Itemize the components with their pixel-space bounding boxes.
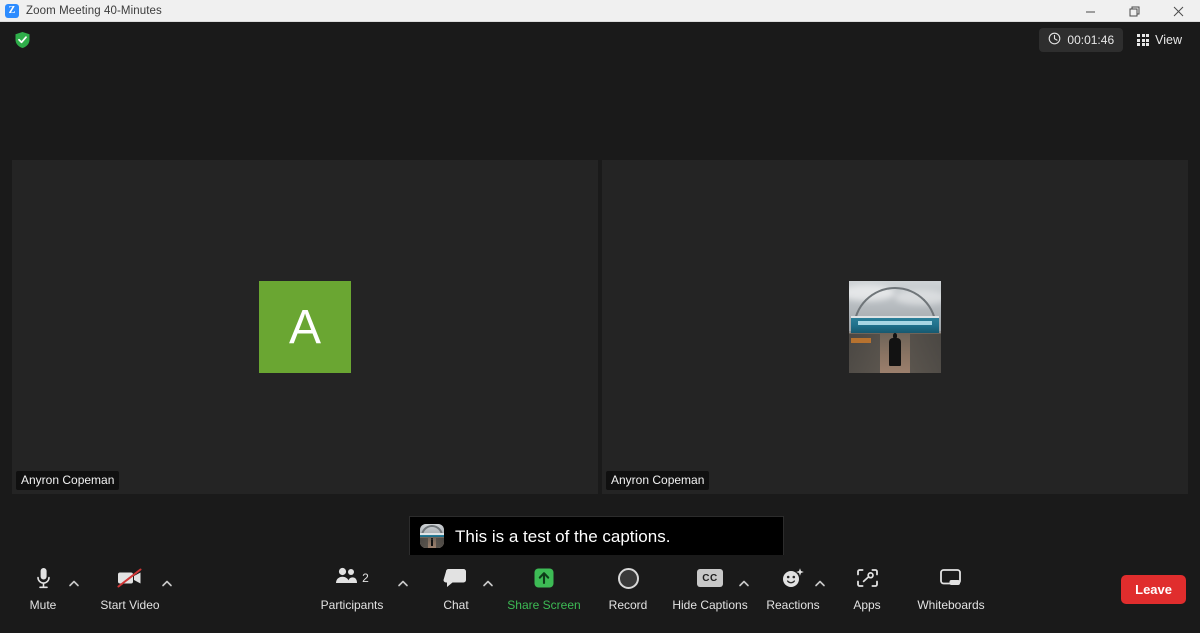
meeting-timer-value: 00:01:46: [1067, 33, 1114, 47]
video-off-icon: [115, 563, 145, 593]
chat-bubble-icon: [444, 563, 468, 593]
view-button[interactable]: View: [1133, 28, 1186, 52]
toolbar-label-mute: Mute: [30, 598, 57, 612]
toolbar-item-share-screen[interactable]: Share Screen: [501, 563, 587, 612]
participants-icon: [335, 566, 360, 590]
participant-name-label: Anyron Copeman: [606, 471, 709, 490]
leave-button[interactable]: Leave: [1121, 575, 1186, 604]
participants-count: 2: [362, 571, 369, 585]
grid-icon: [1137, 34, 1149, 46]
toolbar-item-apps[interactable]: Apps: [824, 563, 910, 612]
video-stage: A Anyron Copeman: [0, 58, 1200, 555]
share-screen-icon: [532, 563, 556, 593]
avatar-letter: A: [259, 281, 351, 373]
chevron-up-icon-participants[interactable]: [395, 575, 411, 591]
chevron-up-icon-mute[interactable]: [66, 575, 82, 591]
reactions-icon: [781, 563, 805, 593]
whiteboard-icon: [939, 563, 963, 593]
caption-text: This is a test of the captions.: [455, 528, 670, 545]
toolbar-label-participants: Participants: [321, 598, 384, 612]
meeting-header: 00:01:46 View: [0, 22, 1200, 58]
tile-avatar-area: A: [12, 160, 598, 494]
closed-caption-bar[interactable]: This is a test of the captions.: [409, 516, 784, 556]
participant-tile[interactable]: Anyron Copeman: [602, 160, 1188, 494]
toolbar-label-chat: Chat: [443, 598, 468, 612]
toolbar-label-hide-captions: Hide Captions: [672, 598, 747, 612]
meeting-timer[interactable]: 00:01:46: [1039, 28, 1123, 52]
encryption-shield-icon[interactable]: [14, 31, 31, 49]
apps-icon: [856, 563, 879, 593]
chevron-up-icon-chat[interactable]: [480, 575, 496, 591]
record-icon: [618, 563, 639, 593]
toolbar-label-share-screen: Share Screen: [507, 598, 580, 612]
toolbar-item-whiteboards[interactable]: Whiteboards: [908, 563, 994, 612]
toolbar-label-record: Record: [609, 598, 648, 612]
zoom-logo-icon: Z: [5, 4, 19, 18]
clock-icon: [1048, 32, 1061, 48]
header-right-controls: 00:01:46 View: [1039, 22, 1186, 58]
participant-name-label: Anyron Copeman: [16, 471, 119, 490]
minimize-button[interactable]: [1068, 0, 1112, 22]
close-button[interactable]: [1156, 0, 1200, 22]
participant-tiles: A Anyron Copeman: [12, 160, 1188, 494]
window-title-bar: Z Zoom Meeting 40-Minutes: [0, 0, 1200, 22]
toolbar-item-participants[interactable]: 2 Participants: [309, 563, 395, 612]
toolbar-label-reactions: Reactions: [766, 598, 819, 612]
participants-icon-group: 2: [335, 563, 369, 593]
closed-caption-icon: CC: [697, 563, 723, 593]
toolbar-label-whiteboards: Whiteboards: [917, 598, 984, 612]
chevron-up-icon-video[interactable]: [159, 575, 175, 591]
participant-tile[interactable]: A Anyron Copeman: [12, 160, 598, 494]
window-title: Zoom Meeting 40-Minutes: [26, 5, 162, 17]
meeting-toolbar: Mute Start Video: [0, 555, 1200, 633]
toolbar-label-start-video: Start Video: [100, 598, 159, 612]
avatar-photo: [849, 281, 941, 373]
window-controls: [1068, 0, 1200, 22]
restore-button[interactable]: [1112, 0, 1156, 22]
caption-speaker-avatar: [420, 524, 444, 548]
microphone-icon: [35, 563, 52, 593]
view-button-label: View: [1155, 33, 1182, 47]
toolbar-item-record[interactable]: Record: [585, 563, 671, 612]
toolbar-label-apps: Apps: [853, 598, 880, 612]
tile-avatar-area: [602, 160, 1188, 494]
